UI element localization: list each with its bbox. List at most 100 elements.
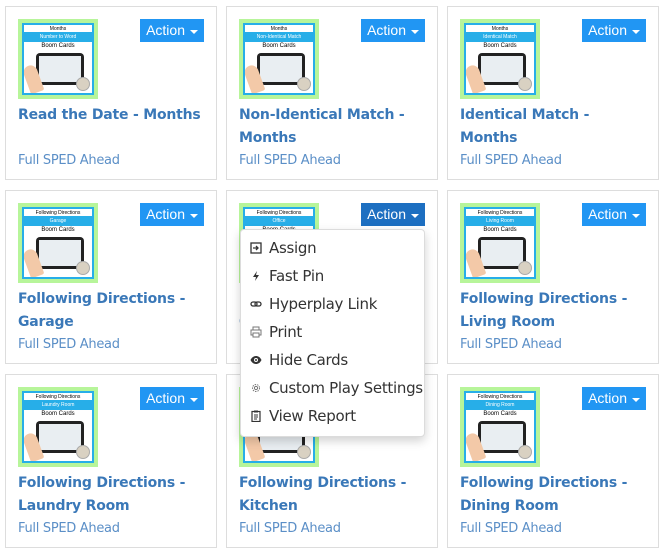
deck-author[interactable]: Full SPED Ahead [239,521,341,536]
thumbnail-line1: Months [24,25,92,33]
deck-title[interactable]: Following Directions - Living Room [460,288,650,334]
caret-down-icon [632,397,640,402]
thumbnail-line3: Boom Cards [483,43,517,49]
assign-icon [250,242,262,254]
thumbnail-line1: Following Directions [24,393,92,401]
author-avatar [297,445,311,459]
menu-item-hide-cards[interactable]: Hide Cards [241,346,424,374]
thumbnail-line3: Boom Cards [41,411,75,417]
print-icon [250,326,262,338]
menu-item-hyperplay-link[interactable]: Hyperplay Link [241,290,424,318]
thumbnail-line3: Boom Cards [41,227,75,233]
action-label: Action [146,390,185,406]
thumbnail-image: Following Directions Living Room Boom Ca… [464,207,536,279]
thumbnail-image: Months Non-Identical Match Boom Cards [243,23,315,95]
thumbnail-image: Following Directions Dining Room Boom Ca… [464,391,536,463]
menu-item-assign[interactable]: Assign [241,234,424,262]
thumbnail-line3: Boom Cards [483,411,517,417]
action-button[interactable]: Action [582,203,646,226]
action-button[interactable]: Action [140,203,204,226]
action-button[interactable]: Action [582,19,646,42]
deck-author[interactable]: Full SPED Ahead [460,153,562,168]
author-avatar [76,445,90,459]
deck-author[interactable]: Full SPED Ahead [18,521,120,536]
gear-icon [250,382,262,394]
menu-item-label: Hide Cards [269,351,348,369]
caret-down-icon [411,213,419,218]
thumbnail-line1: Months [245,25,313,33]
thumbnail-line3: Boom Cards [41,43,75,49]
menu-item-fast-pin[interactable]: Fast Pin [241,262,424,290]
deck-title[interactable]: Identical Match - Months [460,104,650,150]
menu-item-custom-play-settings[interactable]: Custom Play Settings [241,374,424,402]
caret-down-icon [190,29,198,34]
thumbnail-image: Following Directions Garage Boom Cards [22,207,94,279]
action-button[interactable]: Action [361,203,425,226]
action-button[interactable]: Action [140,19,204,42]
deck-title[interactable]: Following Directions - Laundry Room [18,472,208,518]
deck-title[interactable]: Read the Date - Months [18,104,208,127]
deck-title[interactable]: Following Directions - Dining Room [460,472,650,518]
action-label: Action [146,22,185,38]
action-button[interactable]: Action [140,387,204,410]
deck-thumbnail[interactable]: Following Directions Dining Room Boom Ca… [460,387,540,467]
menu-item-label: Assign [269,239,317,257]
deck-card: Following Directions Garage Boom Cards A… [5,190,217,364]
thumbnail-line1: Following Directions [245,209,313,217]
bolt-icon [250,270,262,282]
deck-author[interactable]: Full SPED Ahead [239,153,341,168]
deck-thumbnail[interactable]: Months Non-Identical Match Boom Cards [239,19,319,99]
deck-author[interactable]: Full SPED Ahead [460,337,562,352]
deck-title[interactable]: Following Directions - Kitchen [239,472,429,518]
deck-author[interactable]: Full SPED Ahead [460,521,562,536]
caret-down-icon [632,213,640,218]
thumbnail-line2: Office [245,217,313,226]
thumbnail-line3: Boom Cards [483,227,517,233]
thumbnail-image: Months Identical Match Boom Cards [464,23,536,95]
menu-item-print[interactable]: Print [241,318,424,346]
author-avatar [518,261,532,275]
deck-author[interactable]: Full SPED Ahead [18,153,120,168]
action-label: Action [367,22,406,38]
caret-down-icon [190,397,198,402]
deck-card: Following Directions Laundry Room Boom C… [5,374,217,548]
action-button[interactable]: Action [582,387,646,410]
deck-thumbnail[interactable]: Months Number to Word Boom Cards [18,19,98,99]
thumbnail-line2: Non-Identical Match [245,33,313,42]
thumbnail-line1: Following Directions [466,393,534,401]
thumbnail-line3: Boom Cards [262,43,296,49]
thumbnail-line2: Laundry Room [24,401,92,410]
thumbnail-line2: Dining Room [466,401,534,410]
caret-down-icon [190,213,198,218]
action-button[interactable]: Action [361,19,425,42]
action-label: Action [588,22,627,38]
action-label: Action [367,206,406,222]
caret-down-icon [632,29,640,34]
menu-item-label: Custom Play Settings [269,379,423,397]
menu-item-view-report[interactable]: View Report [241,402,424,430]
deck-title[interactable]: Following Directions - Garage [18,288,208,334]
menu-item-label: Fast Pin [269,267,324,285]
thumbnail-line2: Living Room [466,217,534,226]
deck-card: Following Directions Dining Room Boom Ca… [447,374,659,548]
author-avatar [297,77,311,91]
author-avatar [518,77,532,91]
thumbnail-line2: Identical Match [466,33,534,42]
deck-thumbnail[interactable]: Following Directions Garage Boom Cards [18,203,98,283]
thumbnail-image: Months Number to Word Boom Cards [22,23,94,95]
link-icon [250,298,262,310]
report-icon [250,410,262,422]
author-avatar [76,261,90,275]
deck-thumbnail[interactable]: Months Identical Match Boom Cards [460,19,540,99]
deck-card: Months Number to Word Boom Cards Action … [5,6,217,180]
author-avatar [76,77,90,91]
caret-down-icon [411,29,419,34]
deck-title[interactable]: Non-Identical Match - Months [239,104,429,150]
eye-icon [250,354,262,366]
deck-card: Following Directions Living Room Boom Ca… [447,190,659,364]
deck-thumbnail[interactable]: Following Directions Living Room Boom Ca… [460,203,540,283]
menu-item-label: Hyperplay Link [269,295,378,313]
deck-author[interactable]: Full SPED Ahead [18,337,120,352]
deck-thumbnail[interactable]: Following Directions Laundry Room Boom C… [18,387,98,467]
thumbnail-line2: Number to Word [24,33,92,42]
